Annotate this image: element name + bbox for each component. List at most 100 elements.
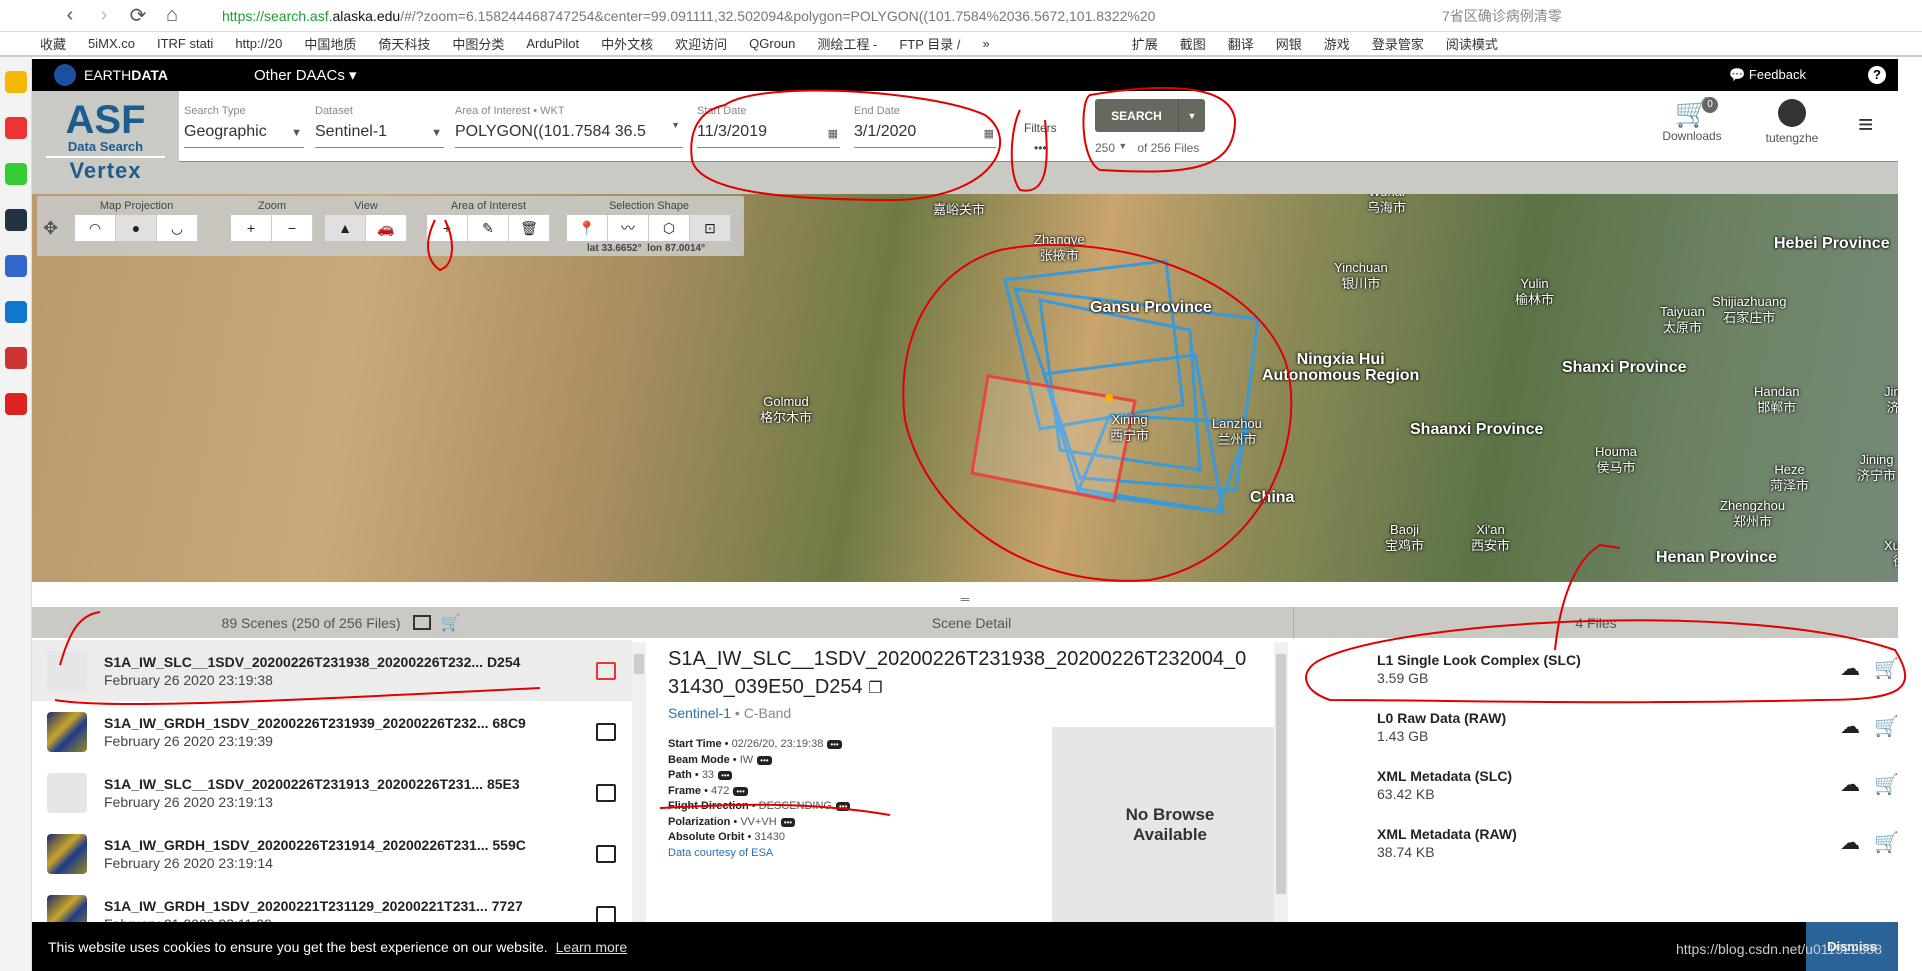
other-daacs-menu[interactable]: Other DAACs ▾	[254, 66, 357, 84]
zoom-in-icon[interactable]: +	[231, 215, 272, 241]
asf-vertex-logo[interactable]: ASF Data Search Vertex	[32, 91, 179, 194]
bookmark-item[interactable]: 收藏	[40, 34, 66, 53]
downloads-button[interactable]: 🛒 0 Downloads	[1652, 97, 1732, 143]
earthdata-brand[interactable]: EARTHDATA	[84, 67, 168, 83]
cloud-download-icon[interactable]: ☁	[1840, 658, 1860, 680]
browser-news-text[interactable]: 7省区确诊病例清零	[1442, 6, 1562, 26]
zoom-to-scene-icon[interactable]	[596, 905, 616, 922]
detail-scrollbar[interactable]	[1274, 642, 1288, 922]
scene-list-item[interactable]: S1A_IW_GRDH_1SDV_20200221T231129_2020022…	[32, 884, 632, 922]
search-type-select[interactable]: Search Type Geographic ▼	[184, 105, 304, 148]
search-similar-icon[interactable]: •••	[733, 786, 748, 796]
cloud-download-icon[interactable]: ☁	[1840, 774, 1860, 796]
bookmark-item[interactable]: 5iMX.co	[88, 36, 135, 51]
add-to-cart-icon[interactable]: 🛒	[1874, 658, 1899, 680]
game-icon[interactable]	[5, 347, 27, 369]
polygon-icon[interactable]: ⬡	[649, 215, 690, 241]
search-similar-icon[interactable]: •••	[835, 802, 851, 811]
user-menu[interactable]: tutengzhe	[1752, 97, 1832, 145]
zoom-to-scene-icon[interactable]	[596, 783, 616, 802]
bookmark-item[interactable]: 倚天科技	[378, 34, 430, 53]
reload-icon[interactable]: ⟳	[128, 3, 148, 28]
linestring-icon[interactable]: 〰	[608, 215, 649, 241]
learn-more-link[interactable]: Learn more	[556, 939, 628, 955]
satellite-view-icon[interactable]: ▲	[325, 215, 366, 241]
dataset-link[interactable]: Sentinel-1	[668, 705, 731, 721]
bookmark-item[interactable]: FTP 目录 /	[899, 34, 960, 53]
end-date-input[interactable]: End Date 3/1/2020 ▦	[854, 105, 996, 148]
forward-icon[interactable]: ›	[94, 4, 114, 27]
dataset-select[interactable]: Dataset Sentinel-1 ▼	[315, 105, 444, 148]
bookmark-item[interactable]: 网银	[1276, 34, 1302, 53]
street-view-icon[interactable]: 🚗	[366, 215, 407, 241]
panel-resize-handle[interactable]: ═	[32, 593, 1898, 607]
news-icon[interactable]	[5, 209, 27, 231]
search-options-dropdown-icon[interactable]: ▼	[1179, 99, 1205, 132]
scene-list-item[interactable]: S1A_IW_SLC__1SDV_20200226T231938_2020022…	[32, 640, 632, 701]
zoom-to-scene-icon[interactable]	[596, 722, 616, 741]
bookmark-item[interactable]: 登录管家	[1372, 34, 1424, 53]
zoom-to-scene-icon[interactable]	[596, 661, 616, 680]
add-to-cart-icon[interactable]: 🛒	[1874, 774, 1899, 796]
antarctic-projection-icon[interactable]: ◡	[157, 215, 198, 241]
start-date-input[interactable]: Start Date 11/3/2019 ▦	[697, 105, 840, 148]
bookmark-item[interactable]: 欢迎访问	[675, 34, 727, 53]
cloud-download-icon[interactable]: ☁	[1840, 716, 1860, 738]
back-icon[interactable]: ‹	[60, 4, 80, 27]
point-marker-icon[interactable]: 📍	[567, 215, 608, 241]
map-label: 嘉峪关市	[933, 202, 986, 217]
draw-pencil-icon[interactable]: ✎	[468, 215, 509, 241]
bookmark-item[interactable]: 阅读模式	[1446, 34, 1498, 53]
box-icon[interactable]: ⊡	[690, 215, 731, 241]
search-similar-icon[interactable]: •••	[780, 817, 796, 827]
url-input[interactable]: https://search.asf.alaska.edu/#/?zoom=6.…	[222, 8, 1382, 24]
hamburger-menu-icon[interactable]: ≡	[1858, 111, 1884, 137]
add-all-to-cart-icon[interactable]: 🛒	[441, 613, 461, 633]
app-icon[interactable]	[5, 393, 27, 415]
search-button[interactable]: SEARCH	[1095, 99, 1179, 132]
scene-list-scrollbar[interactable]	[632, 642, 646, 922]
arctic-projection-icon[interactable]: ◠	[75, 215, 116, 241]
scene-list-item[interactable]: S1A_IW_GRDH_1SDV_20200226T231939_2020022…	[32, 701, 632, 762]
app-icon[interactable]	[5, 301, 27, 323]
zoom-to-scene-icon[interactable]	[596, 844, 616, 863]
bookmark-item[interactable]: QGroun	[749, 36, 795, 51]
search-similar-icon[interactable]: •••	[718, 771, 733, 780]
add-aoi-icon[interactable]: +	[427, 215, 468, 241]
pan-icon[interactable]: ✥	[43, 218, 58, 239]
bookmark-item[interactable]: 游戏	[1324, 34, 1350, 53]
scene-list-item[interactable]: S1A_IW_SLC__1SDV_20200226T231913_2020022…	[32, 762, 632, 823]
bookmark-item[interactable]: »	[983, 36, 990, 51]
zoom-out-icon[interactable]: −	[272, 215, 313, 241]
mail-icon[interactable]	[5, 163, 27, 185]
star-icon[interactable]	[5, 71, 27, 93]
aoi-wkt-input[interactable]: Area of Interest • WKT POLYGON((101.7584 …	[455, 105, 683, 148]
bookmark-item[interactable]: ArduPilot	[526, 36, 579, 51]
copy-icon[interactable]: ❐	[868, 680, 882, 697]
word-icon[interactable]	[5, 255, 27, 277]
bookmark-item[interactable]: 中图分类	[452, 34, 504, 53]
search-similar-icon[interactable]: •••	[757, 755, 772, 765]
home-icon[interactable]: ⌂	[162, 4, 182, 27]
zoom-to-results-icon[interactable]	[412, 615, 431, 630]
feedback-link[interactable]: 💬 Feedback	[1729, 67, 1806, 83]
globe-projection-icon[interactable]: ●	[116, 215, 157, 241]
search-similar-icon[interactable]: •••	[827, 740, 842, 749]
filters-button[interactable]: Filters •••	[1024, 121, 1057, 155]
add-to-cart-icon[interactable]: 🛒	[1874, 832, 1899, 854]
bookmark-item[interactable]: 翻译	[1228, 34, 1254, 53]
bookmark-item[interactable]: 截图	[1180, 34, 1206, 53]
trash-icon[interactable]: 🗑	[509, 215, 550, 241]
bookmark-item[interactable]: http://20	[235, 36, 282, 51]
cloud-download-icon[interactable]: ☁	[1840, 832, 1860, 854]
scene-list-item[interactable]: S1A_IW_GRDH_1SDV_20200226T231914_2020022…	[32, 823, 632, 884]
max-results-select[interactable]: 250	[1095, 141, 1115, 155]
help-icon[interactable]: ?	[1868, 66, 1886, 84]
bookmark-item[interactable]: ITRF stati	[157, 36, 213, 51]
bookmark-item[interactable]: 扩展	[1132, 34, 1158, 53]
bookmark-item[interactable]: 中外文核	[601, 34, 653, 53]
bookmark-item[interactable]: 中国地质	[304, 34, 356, 53]
bookmark-item[interactable]: 测绘工程 -	[817, 34, 877, 53]
weibo-icon[interactable]	[5, 117, 27, 139]
add-to-cart-icon[interactable]: 🛒	[1874, 716, 1899, 738]
